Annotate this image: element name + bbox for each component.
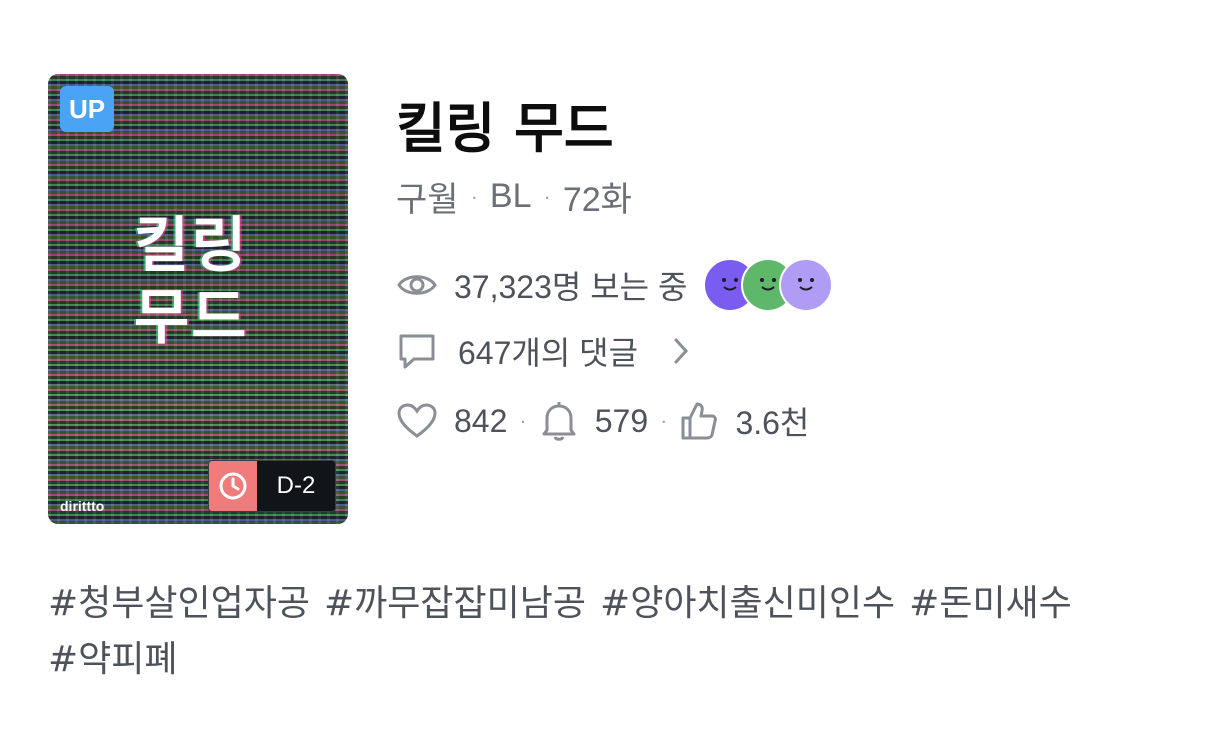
work-title: 킬링 무드 bbox=[396, 97, 614, 160]
stat-separator: · bbox=[519, 408, 527, 433]
stat-separator: · bbox=[660, 408, 668, 433]
cover-title: 킬링 무드 bbox=[134, 210, 248, 354]
work-meta: 구월 · BL · 72화 bbox=[396, 172, 632, 221]
viewer-avatars bbox=[703, 258, 834, 312]
meta-separator: · bbox=[470, 183, 478, 209]
likes-count: 842 bbox=[454, 402, 508, 439]
hashtag-list: #청부살인업자공 #까무잡잡미남공 #양아치출신미인수 #돈미새수 #약피폐 bbox=[48, 576, 1158, 688]
eye-icon bbox=[396, 270, 438, 300]
hashtag[interactable]: #약피폐 bbox=[48, 639, 178, 680]
thumbs-up-icon[interactable] bbox=[679, 400, 719, 442]
dday-text: D-2 bbox=[276, 472, 316, 499]
cover-image[interactable]: UP 킬링 무드 dirittto D-2 bbox=[48, 74, 348, 524]
cover-title-line1: 킬링 bbox=[134, 211, 249, 281]
hashtag[interactable]: #청부살인업자공 bbox=[48, 583, 310, 624]
comments-link[interactable]: 647개의 댓글 bbox=[396, 328, 690, 374]
dday-badge: D-2 bbox=[208, 460, 336, 512]
clock-icon bbox=[209, 461, 257, 511]
episode-count: 72화 bbox=[562, 181, 632, 219]
stats-row: 842 · 579 · 3.6천 bbox=[396, 398, 809, 444]
recommends-count: 3.6천 bbox=[735, 405, 810, 441]
subscribers-count: 579 bbox=[594, 402, 649, 439]
smiley-avatar bbox=[779, 258, 834, 312]
cover-title-line2: 무드 bbox=[134, 283, 249, 353]
chevron-right-icon bbox=[672, 336, 690, 366]
hashtag[interactable]: #돈미새수 bbox=[909, 583, 1072, 624]
viewers-row: 37,323명 보는 중 bbox=[396, 258, 834, 312]
comment-icon bbox=[396, 331, 438, 371]
genre-label[interactable]: BL bbox=[490, 177, 532, 216]
meta-separator: · bbox=[543, 183, 551, 209]
author-name[interactable]: 구월 bbox=[396, 172, 459, 221]
comments-count: 647개의 댓글 bbox=[458, 335, 639, 371]
bell-icon[interactable] bbox=[539, 400, 579, 442]
up-badge: UP bbox=[60, 86, 114, 132]
hashtag[interactable]: #까무잡잡미남공 bbox=[324, 583, 586, 624]
hashtag[interactable]: #양아치출신미인수 bbox=[600, 583, 895, 624]
viewers-count: 37,323명 보는 중 bbox=[454, 269, 688, 305]
cover-brand: dirittto bbox=[60, 498, 105, 514]
heart-icon[interactable] bbox=[396, 402, 438, 440]
